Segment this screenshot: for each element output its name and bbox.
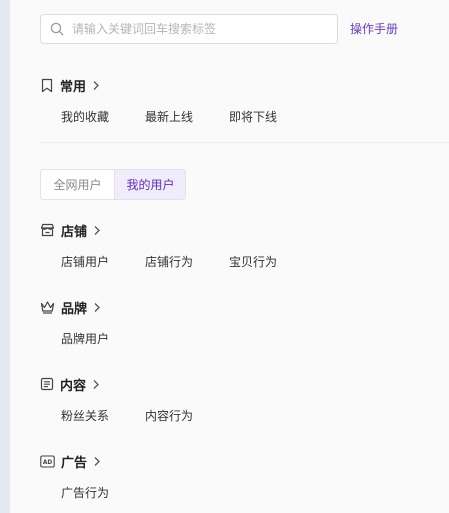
bookmark-icon (41, 78, 53, 92)
section-common-header[interactable]: 常用 (40, 76, 100, 95)
section-divider (40, 142, 449, 143)
item-brand-users[interactable]: 品牌用户 (61, 330, 109, 347)
chevron-right-icon (93, 302, 101, 313)
section-shop-header[interactable]: 店铺 (40, 221, 101, 240)
tab-my-users[interactable]: 我的用户 (114, 170, 185, 199)
item-shop-users[interactable]: 店铺用户 (61, 253, 109, 270)
item-fan-relations[interactable]: 粉丝关系 (61, 407, 109, 424)
store-icon (40, 223, 55, 237)
item-my-favorites[interactable]: 我的收藏 (61, 108, 109, 125)
user-scope-tabs: 全网用户 我的用户 (40, 169, 186, 200)
chevron-right-icon (93, 456, 101, 467)
item-going-offline[interactable]: 即将下线 (229, 108, 277, 125)
search-input[interactable] (72, 22, 312, 36)
chevron-right-icon (93, 225, 101, 236)
section-ads-title: 广告 (61, 455, 88, 471)
item-shop-behavior[interactable]: 店铺行为 (145, 253, 193, 270)
item-ad-behavior[interactable]: 广告行为 (61, 484, 109, 501)
item-newly-launched[interactable]: 最新上线 (145, 108, 193, 125)
left-sidebar-edge (0, 0, 10, 513)
chevron-right-icon (92, 379, 100, 390)
tab-all-users[interactable]: 全网用户 (41, 170, 114, 199)
chevron-right-icon (92, 80, 100, 91)
section-content-header[interactable]: 内容 (40, 375, 100, 394)
svg-text:AD: AD (43, 460, 52, 466)
item-product-behavior[interactable]: 宝贝行为 (229, 253, 277, 270)
search-box[interactable] (40, 14, 338, 44)
section-shop-title: 店铺 (61, 224, 88, 240)
crown-icon (40, 301, 55, 314)
section-ads-header[interactable]: AD 广告 (40, 452, 101, 471)
document-icon (40, 377, 54, 391)
section-brand-title: 品牌 (61, 301, 88, 317)
section-content-title: 内容 (60, 378, 87, 394)
section-brand-header[interactable]: 品牌 (40, 298, 101, 317)
search-icon (50, 22, 64, 36)
manual-link[interactable]: 操作手册 (350, 20, 398, 37)
ad-icon: AD (40, 454, 55, 468)
section-common-title: 常用 (60, 79, 87, 95)
item-content-behavior[interactable]: 内容行为 (145, 407, 193, 424)
